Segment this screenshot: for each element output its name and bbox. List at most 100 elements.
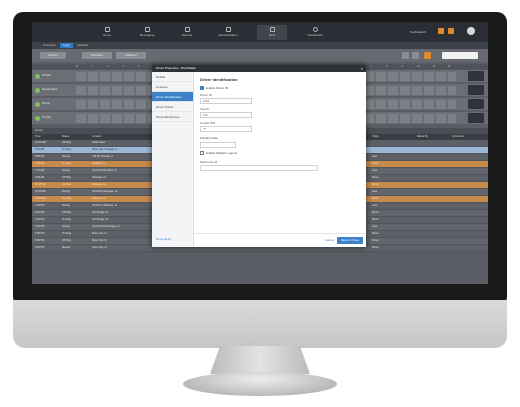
cell-location: Dubuque, IA — [92, 183, 106, 186]
cell-location: Initial status — [92, 141, 106, 144]
track-label: Driving — [42, 102, 50, 105]
cell-time: 9:45 AM — [35, 176, 45, 179]
user-name[interactable]: NetDispatch — [410, 30, 426, 34]
cell-origin: Driver — [372, 183, 379, 186]
cell-time: 1:20 PM — [35, 204, 45, 207]
reference-id-label: Reference Id — [200, 160, 218, 164]
track-side-button[interactable] — [468, 85, 484, 95]
monitor-stand-neck — [210, 346, 310, 374]
hour-label: 9 — [401, 65, 403, 68]
enable-driver-id-checkbox[interactable]: Enable Driver ID — [200, 86, 362, 90]
tab-vehicles[interactable]: Vehicles — [74, 43, 91, 48]
nav-dashboard[interactable]: Dashboard — [300, 25, 330, 40]
hour-label: 4 — [138, 65, 140, 68]
hour-label: 1 — [91, 65, 93, 68]
cell-location: Fort Dodge, IA — [92, 211, 109, 214]
dialog-nav-personal-devices[interactable]: Personal Devices — [152, 112, 193, 122]
cancel-button[interactable]: Cancel — [325, 238, 334, 242]
cell-status: Driving — [62, 204, 70, 207]
checkbox-icon — [200, 151, 204, 155]
track-side-button[interactable] — [468, 113, 484, 123]
hour-label: 8 — [386, 65, 388, 68]
monitor-stand-base — [183, 372, 337, 396]
track-side-button[interactable] — [468, 71, 484, 81]
cell-time: 3:10 PM — [35, 211, 45, 214]
cell-status: On Duty — [62, 148, 72, 151]
cell-origin: Driver — [372, 239, 379, 242]
hour-label: 10 — [417, 65, 420, 68]
cell-location: US-20 W, Waterloo, IA — [92, 204, 118, 207]
avatar[interactable] — [467, 27, 475, 35]
cell-location: US-20 W, Rockford, IL — [92, 169, 117, 172]
reference-id-input[interactable] — [200, 165, 318, 171]
tab-overview[interactable]: Overview — [40, 43, 59, 48]
refresh-button[interactable]: Refresh — [40, 52, 66, 59]
enable-driver-id-label: Enable Driver ID — [206, 86, 229, 90]
export-icon[interactable] — [412, 52, 419, 59]
dialog-title: Driver Properties - Brad Baker — [152, 65, 366, 72]
stage: Home Messaging Reports Administration EL… — [0, 0, 520, 407]
status-dot-icon — [35, 88, 40, 93]
col-location[interactable]: Location — [92, 135, 101, 138]
cell-time: 6:05 PM — [35, 232, 45, 235]
dialog-sidebar: Details Licenses Driver Identification D… — [152, 72, 194, 247]
cell-time: 5:38 AM — [35, 155, 45, 158]
chart-icon — [184, 27, 190, 32]
cell-status: Driving — [62, 155, 70, 158]
col-time[interactable]: Time — [35, 135, 40, 138]
print-icon[interactable] — [402, 52, 409, 59]
nav-reports[interactable]: Reports — [172, 25, 202, 40]
cell-time: 9:00 PM — [35, 246, 45, 249]
flag-icon[interactable] — [424, 52, 431, 59]
dialog-nav-licenses[interactable]: Licenses — [152, 82, 193, 92]
cell-status: On Duty — [62, 183, 72, 186]
enable-multiple-logons-checkbox[interactable]: Enable Multiple Logons — [200, 151, 362, 155]
dialog-nav-driver-identification[interactable]: Driver Identification — [152, 92, 193, 102]
alert-icon[interactable] — [438, 28, 444, 34]
edit-event-button[interactable]: Edit Event — [116, 52, 146, 59]
track-label: Sleeper Berth — [42, 88, 58, 91]
tag-id-input[interactable]: 123 — [200, 112, 252, 118]
cell-status: Sleeper — [62, 246, 71, 249]
tab-logs[interactable]: Logs — [60, 43, 73, 48]
nav-eld-label: ELD — [269, 33, 275, 37]
cell-status: On Duty — [62, 197, 72, 200]
help-link[interactable]: Need Help? — [156, 237, 172, 241]
enable-multiple-logons-label: Enable Multiple Logons — [206, 151, 238, 155]
driver-properties-dialog: Driver Properties - Brad Baker × Details… — [152, 65, 366, 247]
cell-time: 7:31 AM — [35, 169, 45, 172]
col-comments[interactable]: Comments — [452, 135, 464, 138]
nav-home[interactable]: Home — [92, 25, 122, 40]
col-status[interactable]: Status — [62, 135, 69, 138]
expiry-date-input[interactable] — [200, 142, 236, 148]
dialog-nav-driver-portal[interactable]: Driver Portal — [152, 102, 193, 112]
cell-origin: Driver — [372, 197, 379, 200]
date-picker[interactable] — [442, 52, 478, 59]
cell-origin: Driver — [372, 162, 379, 165]
expiry-section-toggle[interactable]: ▾ Expiry Date — [200, 136, 362, 140]
driver-id-input[interactable]: 1234 — [200, 98, 252, 104]
cell-status: On Duty — [62, 162, 72, 165]
hour-label: M — [448, 65, 451, 68]
cell-location: Fort Dodge, IA — [92, 218, 109, 221]
cell-time: 6:40 PM — [35, 239, 45, 242]
driver-id-label: Driver ID — [200, 93, 212, 97]
nav-dashboard-label: Dashboard — [307, 33, 323, 37]
dialog-nav-details[interactable]: Details — [152, 72, 193, 82]
close-icon[interactable]: × — [361, 65, 363, 72]
notification-icon[interactable] — [448, 28, 454, 34]
keyfob-pin-input[interactable]: *** — [200, 126, 252, 132]
track-name: Sleeper Berth — [35, 87, 73, 95]
cell-status: Driving — [62, 225, 70, 228]
col-edited-by[interactable]: Edited By — [417, 135, 428, 138]
nav-messaging[interactable]: Messaging — [132, 25, 162, 40]
hour-label: 3 — [122, 65, 124, 68]
nav-administration[interactable]: Administration — [210, 25, 246, 40]
monitor-chin — [13, 300, 507, 348]
nav-eld[interactable]: ELD — [257, 25, 287, 40]
save-close-button[interactable]: Save & Close — [337, 237, 363, 244]
col-origin[interactable]: Origin — [372, 135, 379, 138]
keyfob-pin-label: Keyfob PIN — [200, 121, 216, 125]
track-side-button[interactable] — [468, 99, 484, 109]
add-event-button[interactable]: Add Event — [82, 52, 112, 59]
